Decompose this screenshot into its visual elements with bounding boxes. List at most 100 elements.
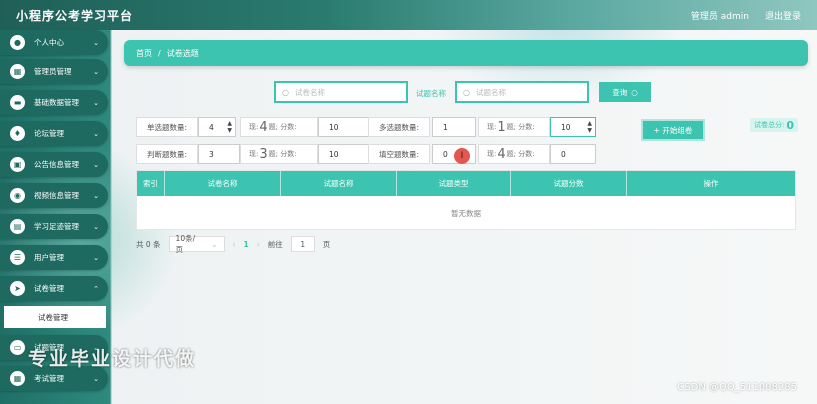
question-name-search-input[interactable]: ○ 试题名称 bbox=[455, 81, 589, 103]
sidebar-item-label: 论坛管理 bbox=[34, 129, 64, 138]
chevron-down-icon: ⌄ bbox=[93, 38, 99, 47]
sidebar-item-label: 用户管理 bbox=[34, 253, 64, 262]
multi-have-text: 现: 1 题; 分数: bbox=[478, 117, 550, 137]
prev-page-button[interactable]: ‹ bbox=[233, 240, 236, 249]
question-name-placeholder: 试题名称 bbox=[475, 87, 506, 97]
have-prefix: 现: bbox=[487, 123, 497, 131]
have-count: 3 bbox=[259, 146, 268, 162]
single-count-stepper[interactable]: 4 ▲ ▼ bbox=[198, 117, 236, 137]
search-icon: ○ bbox=[463, 87, 470, 97]
paper-name-placeholder: 试卷名称 bbox=[294, 87, 325, 97]
chevron-down-icon: ⌄ bbox=[93, 98, 99, 107]
column-header[interactable]: 试题分数 bbox=[511, 171, 627, 196]
sidebar-item-users[interactable]: ☰ 用户管理 ⌄ bbox=[0, 245, 108, 270]
goto-page-input[interactable]: 1 bbox=[290, 236, 315, 252]
multi-score-input[interactable]: 10 ▲ ▼ bbox=[550, 117, 596, 137]
total-score-value: 0 bbox=[786, 118, 795, 132]
clipboard-icon: ▤ bbox=[10, 219, 25, 234]
calendar-icon: ▣ bbox=[10, 157, 25, 172]
page-number[interactable]: 1 bbox=[244, 240, 249, 249]
sidebar-item-basic-data[interactable]: ▬ 基础数据管理 ⌄ bbox=[0, 90, 108, 115]
sidebar-subitem-paper-manage[interactable]: 试卷管理 bbox=[4, 306, 106, 328]
sidebar-item-footprint[interactable]: ▤ 学习足迹管理 ⌄ bbox=[0, 214, 108, 239]
pin-icon: ◉ bbox=[10, 188, 25, 203]
search-icon: ○ bbox=[631, 87, 638, 97]
fill-score-input[interactable]: 0 bbox=[550, 144, 596, 164]
page-size-select[interactable]: 10条/页 ⌄ bbox=[168, 234, 225, 254]
questions-table: 索引 试卷名称 试题名称 试题类型 试题分数 操作 暂无数据 bbox=[136, 170, 796, 230]
send-icon: ➤ bbox=[10, 281, 25, 296]
page-unit-label: 页 bbox=[322, 239, 331, 249]
column-header[interactable]: 试卷名称 bbox=[165, 171, 281, 196]
multi-count-stepper[interactable]: 1 bbox=[432, 117, 476, 137]
chevron-down-icon: ⌄ bbox=[93, 253, 99, 262]
next-page-button[interactable]: › bbox=[257, 240, 260, 249]
question-name-label: 试题名称 bbox=[416, 89, 446, 98]
logout-link[interactable]: 退出登录 bbox=[765, 9, 801, 22]
judge-have-text: 现: 3 题; 分数: bbox=[240, 144, 318, 164]
sidebar-item-label: 视频信息管理 bbox=[34, 191, 79, 200]
sidebar-item-notice[interactable]: ▣ 公告信息管理 ⌄ bbox=[0, 152, 108, 177]
chevron-down-icon: ⌄ bbox=[93, 129, 99, 138]
chevron-down-icon: ⌄ bbox=[93, 67, 99, 76]
sidebar-item-video[interactable]: ◉ 视频信息管理 ⌄ bbox=[0, 183, 108, 208]
sidebar-item-admin[interactable]: ▦ 管理员管理 ⌄ bbox=[0, 59, 108, 84]
chevron-down-icon: ⌄ bbox=[93, 160, 99, 169]
breadcrumb-current: 试卷选题 bbox=[166, 48, 199, 58]
fill-count-label: 填空题数量: bbox=[368, 144, 430, 164]
sidebar-item-personal-center[interactable]: ● 个人中心 ⌄ bbox=[0, 30, 108, 55]
have-suffix: 题; 分数: bbox=[268, 150, 297, 158]
have-count: 4 bbox=[497, 146, 506, 162]
have-prefix: 现: bbox=[249, 123, 259, 131]
sidebar-item-papers[interactable]: ➤ 试卷管理 ⌃ bbox=[0, 276, 108, 301]
generate-paper-button[interactable]: + 开始组卷 bbox=[641, 119, 705, 141]
user-icon: ● bbox=[10, 35, 25, 50]
query-button[interactable]: 查询 ○ bbox=[599, 82, 651, 102]
pagination: 共 0 条 10条/页 ⌄ ‹ 1 › 前往 1 页 bbox=[136, 234, 331, 254]
stepper-arrows-icon[interactable]: ▲ ▼ bbox=[227, 120, 232, 134]
judge-count-label: 判断题数量: bbox=[136, 144, 198, 164]
column-header[interactable]: 索引 bbox=[137, 171, 165, 196]
column-header[interactable]: 试题类型 bbox=[397, 171, 511, 196]
column-header[interactable]: 试题名称 bbox=[281, 171, 397, 196]
single-count-label: 单选题数量: bbox=[136, 117, 198, 137]
have-count: 4 bbox=[259, 119, 268, 135]
paper-name-search-input[interactable]: ○ 试卷名称 bbox=[274, 81, 408, 103]
pager-total: 共 0 条 bbox=[136, 239, 161, 249]
table-header: 索引 试卷名称 试题名称 试题类型 试题分数 操作 bbox=[137, 171, 795, 196]
stepper-arrows-icon[interactable]: ▲ ▼ bbox=[587, 120, 592, 134]
fill-have-text: 现: 4 题; 分数: bbox=[478, 144, 550, 164]
total-score-label: 试卷总分: bbox=[754, 121, 785, 129]
have-prefix: 现: bbox=[487, 150, 497, 158]
column-header[interactable]: 操作 bbox=[627, 171, 795, 196]
sidebar-item-label: 学习足迹管理 bbox=[34, 222, 79, 231]
have-count: 1 bbox=[497, 119, 506, 135]
top-bar: 小程序公考学习平台 管理员 admin 退出登录 bbox=[0, 0, 817, 30]
sliders-icon: ☰ bbox=[10, 250, 25, 265]
briefcase-icon: ▬ bbox=[10, 95, 25, 110]
sidebar-item-label: 基础数据管理 bbox=[34, 98, 79, 107]
breadcrumb-separator: / bbox=[158, 48, 161, 58]
single-have-text: 现: 4 题; 分数: bbox=[240, 117, 318, 137]
sidebar-item-label: 个人中心 bbox=[34, 38, 64, 47]
sidebar-item-label: 公告信息管理 bbox=[34, 160, 79, 169]
grid-icon: ▦ bbox=[10, 64, 25, 79]
sidebar-item-label: 试卷管理 bbox=[34, 284, 64, 293]
cursor-icon: I bbox=[454, 148, 470, 164]
chevron-down-icon: ⌄ bbox=[93, 222, 99, 231]
judge-count-stepper[interactable]: 3 bbox=[198, 144, 240, 164]
breadcrumb-home[interactable]: 首页 bbox=[136, 48, 152, 59]
chevron-up-icon: ⌃ bbox=[93, 284, 99, 293]
query-button-label: 查询 bbox=[612, 87, 628, 97]
ticket-icon: ▭ bbox=[10, 340, 25, 355]
sidebar-item-forum[interactable]: ♦ 论坛管理 ⌄ bbox=[0, 121, 108, 146]
sidebar-item-label: 考试管理 bbox=[34, 374, 64, 383]
empty-text: 暂无数据 bbox=[451, 208, 481, 218]
chevron-down-icon: ⌄ bbox=[93, 374, 99, 383]
multi-count-label: 多选题数量: bbox=[368, 117, 430, 137]
breadcrumb: 首页 / 试卷选题 bbox=[124, 40, 808, 66]
thumb-icon: ♦ bbox=[10, 126, 25, 141]
watermark-text: 专业毕业设计代做 bbox=[28, 348, 197, 370]
chevron-down-icon: ⌄ bbox=[93, 191, 99, 200]
have-suffix: 题; 分数: bbox=[506, 123, 535, 131]
